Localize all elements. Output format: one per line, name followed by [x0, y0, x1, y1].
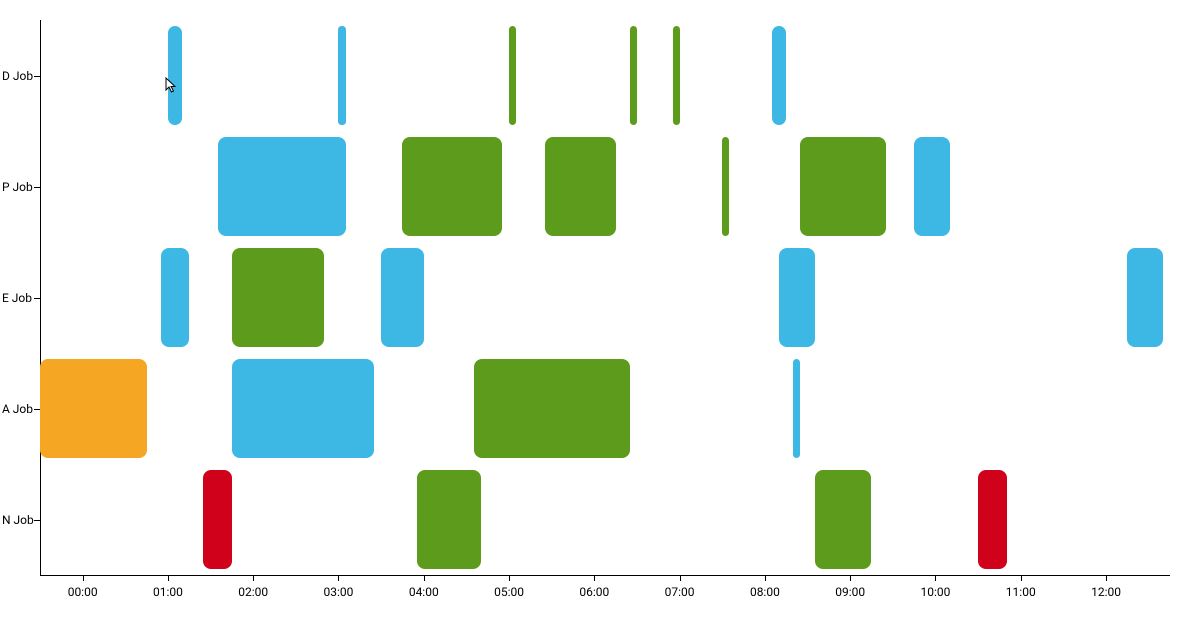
- gantt-bar[interactable]: [545, 137, 616, 237]
- gantt-bar[interactable]: [381, 248, 424, 348]
- x-tick: [424, 575, 425, 581]
- x-axis-label: 07:00: [665, 585, 695, 599]
- gantt-bar[interactable]: [232, 359, 374, 459]
- gantt-bar[interactable]: [40, 359, 147, 459]
- y-tick: [34, 76, 40, 77]
- y-axis-label: E Job: [2, 291, 32, 305]
- gantt-bar[interactable]: [1127, 248, 1163, 348]
- x-tick: [935, 575, 936, 581]
- gantt-bar[interactable]: [630, 26, 637, 126]
- x-tick: [338, 575, 339, 581]
- x-axis-label: 01:00: [153, 585, 183, 599]
- x-tick: [680, 575, 681, 581]
- y-tick: [34, 187, 40, 188]
- x-tick: [765, 575, 766, 581]
- gantt-bar[interactable]: [417, 470, 481, 570]
- gantt-bar[interactable]: [722, 137, 729, 237]
- gantt-bar[interactable]: [978, 470, 1006, 570]
- gantt-bar[interactable]: [218, 137, 346, 237]
- gantt-bar[interactable]: [779, 248, 815, 348]
- gantt-bar[interactable]: [815, 470, 872, 570]
- gantt-bar[interactable]: [161, 248, 189, 348]
- y-axis-label: P Job: [2, 180, 33, 194]
- x-axis-label: 05:00: [494, 585, 524, 599]
- x-axis-line: [40, 575, 1170, 576]
- x-tick: [509, 575, 510, 581]
- y-tick: [34, 520, 40, 521]
- y-axis-label: N Job: [2, 513, 34, 527]
- y-axis-label: A Job: [2, 402, 33, 416]
- x-tick: [1021, 575, 1022, 581]
- gantt-bar[interactable]: [232, 248, 324, 348]
- x-axis-label: 06:00: [579, 585, 609, 599]
- gantt-bar[interactable]: [793, 359, 800, 459]
- plot-area: [40, 20, 1170, 575]
- y-axis-label: D Job: [2, 69, 33, 83]
- gantt-bar[interactable]: [474, 359, 630, 459]
- gantt-bar[interactable]: [800, 137, 885, 237]
- gantt-bar[interactable]: [673, 26, 680, 126]
- x-tick: [168, 575, 169, 581]
- y-tick: [34, 409, 40, 410]
- x-axis-label: 09:00: [835, 585, 865, 599]
- gantt-bar[interactable]: [772, 26, 786, 126]
- gantt-bar[interactable]: [168, 26, 182, 126]
- gantt-bar[interactable]: [914, 137, 950, 237]
- gantt-bar[interactable]: [338, 26, 345, 126]
- x-axis-label: 00:00: [68, 585, 98, 599]
- x-axis-label: 12:00: [1091, 585, 1121, 599]
- x-axis-label: 02:00: [238, 585, 268, 599]
- gantt-chart: 00:00 01:00 02:00 03:00 04:00 05:00 06:00 07:00…: [0, 0, 1186, 633]
- x-tick: [253, 575, 254, 581]
- x-tick: [594, 575, 595, 581]
- x-axis-label: 10:00: [921, 585, 951, 599]
- x-tick: [1106, 575, 1107, 581]
- x-tick: [850, 575, 851, 581]
- x-axis-label: 03:00: [324, 585, 354, 599]
- x-tick: [83, 575, 84, 581]
- x-axis-label: 04:00: [409, 585, 439, 599]
- x-axis-label: 11:00: [1006, 585, 1036, 599]
- y-tick: [34, 298, 40, 299]
- gantt-bar[interactable]: [509, 26, 516, 126]
- gantt-bar[interactable]: [203, 470, 231, 570]
- x-axis-label: 08:00: [750, 585, 780, 599]
- gantt-bar[interactable]: [402, 137, 501, 237]
